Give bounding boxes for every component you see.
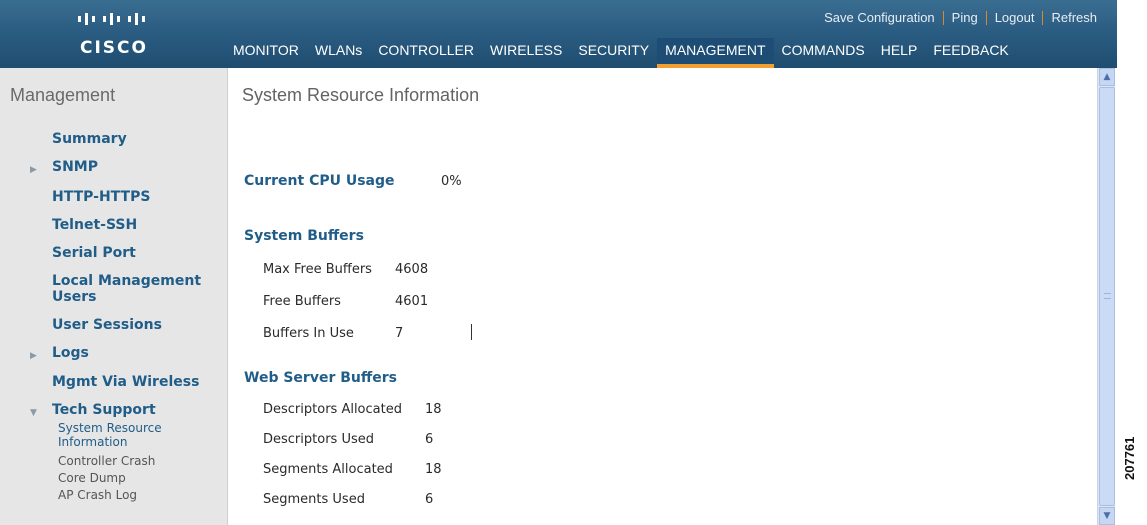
refresh-link[interactable]: Refresh — [1043, 10, 1105, 25]
sidebar-item-mgmt-via-wireless[interactable]: Mgmt Via Wireless — [52, 374, 222, 390]
cpu-usage-label: Current CPU Usage — [244, 173, 395, 189]
nav-commands[interactable]: COMMANDS — [774, 38, 873, 68]
sidebar-item-label: Local Management Users — [52, 273, 202, 305]
scrollbar-thumb[interactable] — [1099, 87, 1115, 506]
cisco-logo: CISCO — [0, 0, 228, 68]
sidebar-item-summary[interactable]: Summary — [52, 131, 222, 147]
sidebar: Management Summary ▶ SNMP HTTP-HTTPS Tel… — [0, 68, 228, 525]
top-header: CISCO Save Configuration Ping Logout Ref… — [0, 0, 1117, 68]
cisco-logo-text: CISCO — [80, 38, 148, 58]
segments-allocated-value: 18 — [425, 462, 442, 477]
descriptors-used-label: Descriptors Used — [263, 432, 374, 447]
save-configuration-link[interactable]: Save Configuration — [816, 10, 943, 25]
nav-wireless[interactable]: WIRELESS — [482, 38, 570, 68]
logout-link[interactable]: Logout — [987, 10, 1043, 25]
top-links: Save Configuration Ping Logout Refresh — [816, 10, 1105, 25]
page-title: System Resource Information — [242, 85, 480, 105]
sidebar-item-label: User Sessions — [52, 317, 162, 333]
ping-link[interactable]: Ping — [944, 10, 986, 25]
descriptors-allocated-value: 18 — [425, 402, 442, 417]
sidebar-item-snmp[interactable]: ▶ SNMP — [30, 159, 222, 175]
sidebar-subitem-controller-crash[interactable]: Controller Crash — [58, 454, 218, 468]
sidebar-subitem-core-dump[interactable]: Core Dump — [58, 471, 218, 485]
vertical-scrollbar[interactable]: ▲ ▼ — [1097, 68, 1115, 525]
descriptors-used-value: 6 — [425, 432, 434, 447]
scrollbar-grip-icon — [1104, 293, 1111, 299]
figure-id: 207761 — [1122, 436, 1137, 480]
cisco-logo-bars-icon — [78, 13, 145, 25]
main-nav: MONITOR WLANs CONTROLLER WIRELESS SECURI… — [225, 38, 1017, 68]
cpu-usage-value: 0% — [441, 174, 462, 189]
sidebar-title: Management — [10, 85, 116, 105]
sidebar-item-label: Logs — [52, 345, 89, 361]
sidebar-subitem-label: Core Dump — [58, 471, 126, 485]
free-buffers-label: Free Buffers — [263, 294, 341, 309]
free-buffers-value: 4601 — [395, 294, 429, 309]
scroll-up-icon[interactable]: ▲ — [1099, 68, 1115, 86]
sidebar-item-label: Serial Port — [52, 245, 136, 261]
sidebar-item-label: Mgmt Via Wireless — [52, 374, 200, 390]
nav-controller[interactable]: CONTROLLER — [370, 38, 482, 68]
segments-used-label: Segments Used — [263, 492, 365, 507]
main-content: System Resource Information Current CPU … — [229, 68, 1097, 525]
nav-wlans[interactable]: WLANs — [307, 38, 370, 68]
nav-feedback[interactable]: FEEDBACK — [925, 38, 1016, 68]
sidebar-item-http-https[interactable]: HTTP-HTTPS — [52, 189, 222, 205]
sidebar-subitem-system-resource-information[interactable]: System Resource Information — [58, 421, 188, 449]
buffers-in-use-value: 7 — [395, 326, 404, 341]
descriptors-allocated-label: Descriptors Allocated — [263, 402, 402, 417]
scroll-down-icon[interactable]: ▼ — [1099, 507, 1115, 525]
sidebar-item-label: Telnet-SSH — [52, 217, 138, 233]
sidebar-item-serial-port[interactable]: Serial Port — [52, 245, 222, 261]
sidebar-item-label: SNMP — [52, 159, 98, 175]
sidebar-item-label: HTTP-HTTPS — [52, 189, 151, 205]
sidebar-subitem-label: System Resource Information — [58, 421, 162, 449]
expand-right-triangle-icon: ▶ — [30, 165, 37, 175]
buffers-in-use-label: Buffers In Use — [263, 326, 354, 341]
nav-management[interactable]: MANAGEMENT — [657, 38, 774, 68]
segments-used-value: 6 — [425, 492, 434, 507]
sidebar-subitem-label: Controller Crash — [58, 454, 156, 468]
nav-security[interactable]: SECURITY — [570, 38, 657, 68]
nav-help[interactable]: HELP — [873, 38, 926, 68]
max-free-buffers-label: Max Free Buffers — [263, 262, 372, 277]
sidebar-subitem-label: AP Crash Log — [58, 488, 138, 502]
text-cursor — [471, 324, 472, 340]
web-server-buffers-heading: Web Server Buffers — [244, 370, 397, 386]
system-buffers-heading: System Buffers — [244, 228, 364, 244]
nav-monitor[interactable]: MONITOR — [225, 38, 307, 68]
sidebar-item-label: Tech Support — [52, 402, 156, 418]
expand-down-triangle-icon: ▼ — [30, 408, 37, 418]
segments-allocated-label: Segments Allocated — [263, 462, 393, 477]
sidebar-subitem-ap-crash-log[interactable]: AP Crash Log — [58, 488, 218, 502]
sidebar-item-label: Summary — [52, 131, 127, 147]
sidebar-item-local-management-users[interactable]: Local Management Users — [52, 273, 212, 305]
sidebar-item-tech-support[interactable]: ▼ Tech Support — [30, 402, 222, 418]
sidebar-item-telnet-ssh[interactable]: Telnet-SSH — [52, 217, 222, 233]
max-free-buffers-value: 4608 — [395, 262, 429, 277]
sidebar-item-logs[interactable]: ▶ Logs — [30, 345, 222, 361]
sidebar-item-user-sessions[interactable]: User Sessions — [52, 317, 222, 333]
expand-right-triangle-icon: ▶ — [30, 351, 37, 361]
